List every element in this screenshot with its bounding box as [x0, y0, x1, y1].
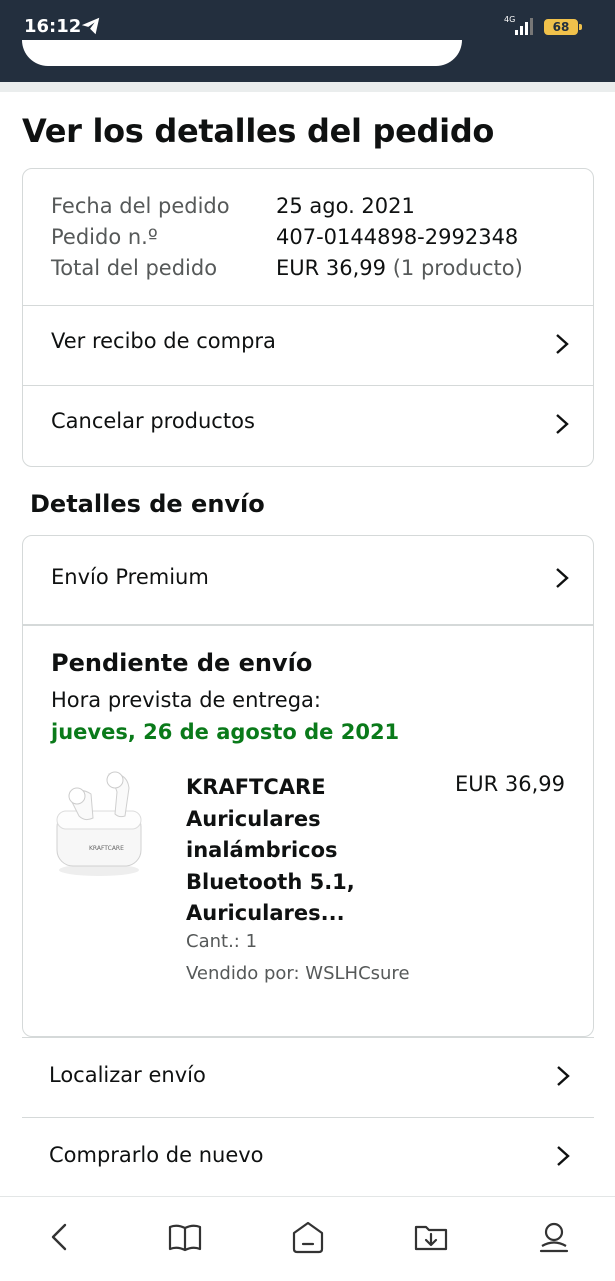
order-total-label: Total del pedido [51, 256, 218, 280]
view-receipt-row[interactable]: Ver recibo de compra [23, 305, 593, 385]
page-title: Ver los detalles del pedido [22, 112, 495, 150]
telegram-icon [81, 17, 100, 35]
battery-level: 68 [552, 20, 570, 34]
order-number-label: Pedido n.º [51, 225, 158, 249]
cancel-products-label: Cancelar productos [51, 409, 255, 433]
order-summary-card: Fecha del pedido 25 ago. 2021 Pedido n.º… [22, 168, 594, 467]
cancel-products-row[interactable]: Cancelar productos [23, 385, 593, 467]
buy-again-row[interactable]: Comprarlo de nuevo [22, 1117, 594, 1196]
product-seller: Vendido por: WSLHCsure [186, 963, 410, 984]
network-type: 4G [504, 15, 515, 24]
order-date-label: Fecha del pedido [51, 194, 230, 218]
chevron-right-icon [557, 1146, 570, 1166]
chevron-right-icon [557, 1066, 570, 1086]
order-total-count: (1 producto) [392, 256, 523, 280]
product-title-line: Auriculares [186, 806, 321, 831]
case-brand-text: KRAFTCARE [89, 845, 124, 852]
home-icon[interactable] [290, 1219, 326, 1255]
shipment-status: Pendiente de envío [51, 649, 313, 677]
chevron-right-icon [556, 334, 569, 354]
clock: 16:12 [24, 16, 82, 37]
product-title[interactable]: KRAFTCARE Auriculares inalámbricos Bluet… [186, 772, 426, 930]
status-bar: 16:12 4G 68 [0, 0, 615, 82]
chevron-right-icon [556, 568, 569, 588]
track-package-row[interactable]: Localizar envío [22, 1037, 594, 1117]
product-price: EUR 36,99 [454, 772, 565, 796]
order-number-value: 407-0144898-2992348 [276, 225, 519, 249]
product-title-line: Auriculares... [186, 901, 345, 925]
divider [23, 624, 593, 626]
shipping-details-title: Detalles de envío [30, 490, 265, 518]
signal-icon: 4G [504, 15, 533, 35]
shipping-method-row[interactable]: Envío Premium [23, 536, 593, 624]
book-icon[interactable] [167, 1219, 203, 1255]
order-total-amount: EUR 36,99 [276, 256, 387, 280]
order-date-value: 25 ago. 2021 [276, 194, 415, 218]
header-divider [0, 82, 615, 92]
product-quantity: Cant.: 1 [186, 931, 258, 952]
product-image[interactable]: KRAFTCARE [49, 766, 149, 881]
battery-tip [579, 24, 582, 30]
product-title-line: Bluetooth 5.1, [186, 869, 355, 894]
track-package-label: Localizar envío [49, 1063, 206, 1087]
order-total-value: EUR 36,99 (1 producto) [276, 256, 523, 280]
search-bar-remnant[interactable] [22, 40, 462, 66]
shipping-method-label: Envío Premium [51, 565, 209, 589]
download-folder-icon[interactable] [413, 1219, 449, 1255]
product-title-line: inalámbricos [186, 838, 338, 862]
view-receipt-label: Ver recibo de compra [51, 329, 276, 353]
product-title-line: KRAFTCARE [186, 775, 326, 799]
chevron-right-icon [556, 414, 569, 434]
profile-icon[interactable] [536, 1219, 572, 1255]
battery-indicator: 68 [544, 19, 578, 35]
eta-date: jueves, 26 de agosto de 2021 [51, 720, 400, 744]
eta-label: Hora prevista de entrega: [51, 688, 321, 712]
shipping-card: Envío Premium Pendiente de envío Hora pr… [22, 535, 594, 1037]
buy-again-label: Comprarlo de nuevo [49, 1143, 264, 1167]
bottom-navigation [0, 1196, 615, 1281]
back-icon[interactable] [43, 1219, 79, 1255]
